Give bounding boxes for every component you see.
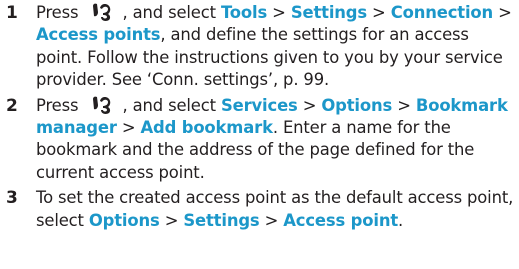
step-text: Press	[36, 3, 79, 22]
menu-path-item: Settings	[290, 3, 367, 22]
menu-path-item: Access point	[283, 210, 399, 230]
step-number: 2	[6, 95, 18, 116]
menu-path-item: Tools	[220, 3, 268, 22]
menu-path-item: Options	[88, 210, 160, 230]
step-text: .	[398, 210, 404, 230]
menu-separator: >	[159, 210, 184, 230]
menu-separator: >	[259, 210, 284, 230]
step-1: 1 Press , and select Tools > Settings > …	[0, 2, 519, 92]
step-text: Press	[36, 95, 79, 115]
step-number: 3	[6, 188, 18, 209]
menu-separator: >	[116, 118, 141, 138]
menu-path-item: Add bookmark	[140, 118, 273, 138]
step-3: 3 To set the created access point as the…	[0, 187, 519, 232]
step-2: 2 Press , and select Services > Options …	[0, 95, 519, 185]
menu-separator: >	[267, 3, 291, 22]
menu-separator: >	[392, 95, 416, 115]
manual-page: 1 Press , and select Tools > Settings > …	[0, 0, 519, 269]
step-text: , and select	[122, 95, 217, 115]
menu-path-item: Options	[321, 95, 393, 115]
step-number: 1	[6, 3, 18, 23]
step-text: , and select	[122, 3, 217, 22]
menu-path-item: Connection	[390, 3, 494, 22]
menu-separator: >	[493, 3, 512, 22]
menu-path-item: Access points	[36, 25, 161, 45]
menu-separator: >	[367, 3, 391, 22]
menu-path-item: Settings	[183, 210, 260, 230]
menu-separator: >	[297, 95, 322, 115]
menu-key-icon	[93, 3, 111, 21]
menu-path-item: Services	[220, 95, 298, 115]
instruction-steps: 1 Press , and select Tools > Settings > …	[0, 2, 519, 235]
menu-key-icon	[93, 96, 111, 114]
